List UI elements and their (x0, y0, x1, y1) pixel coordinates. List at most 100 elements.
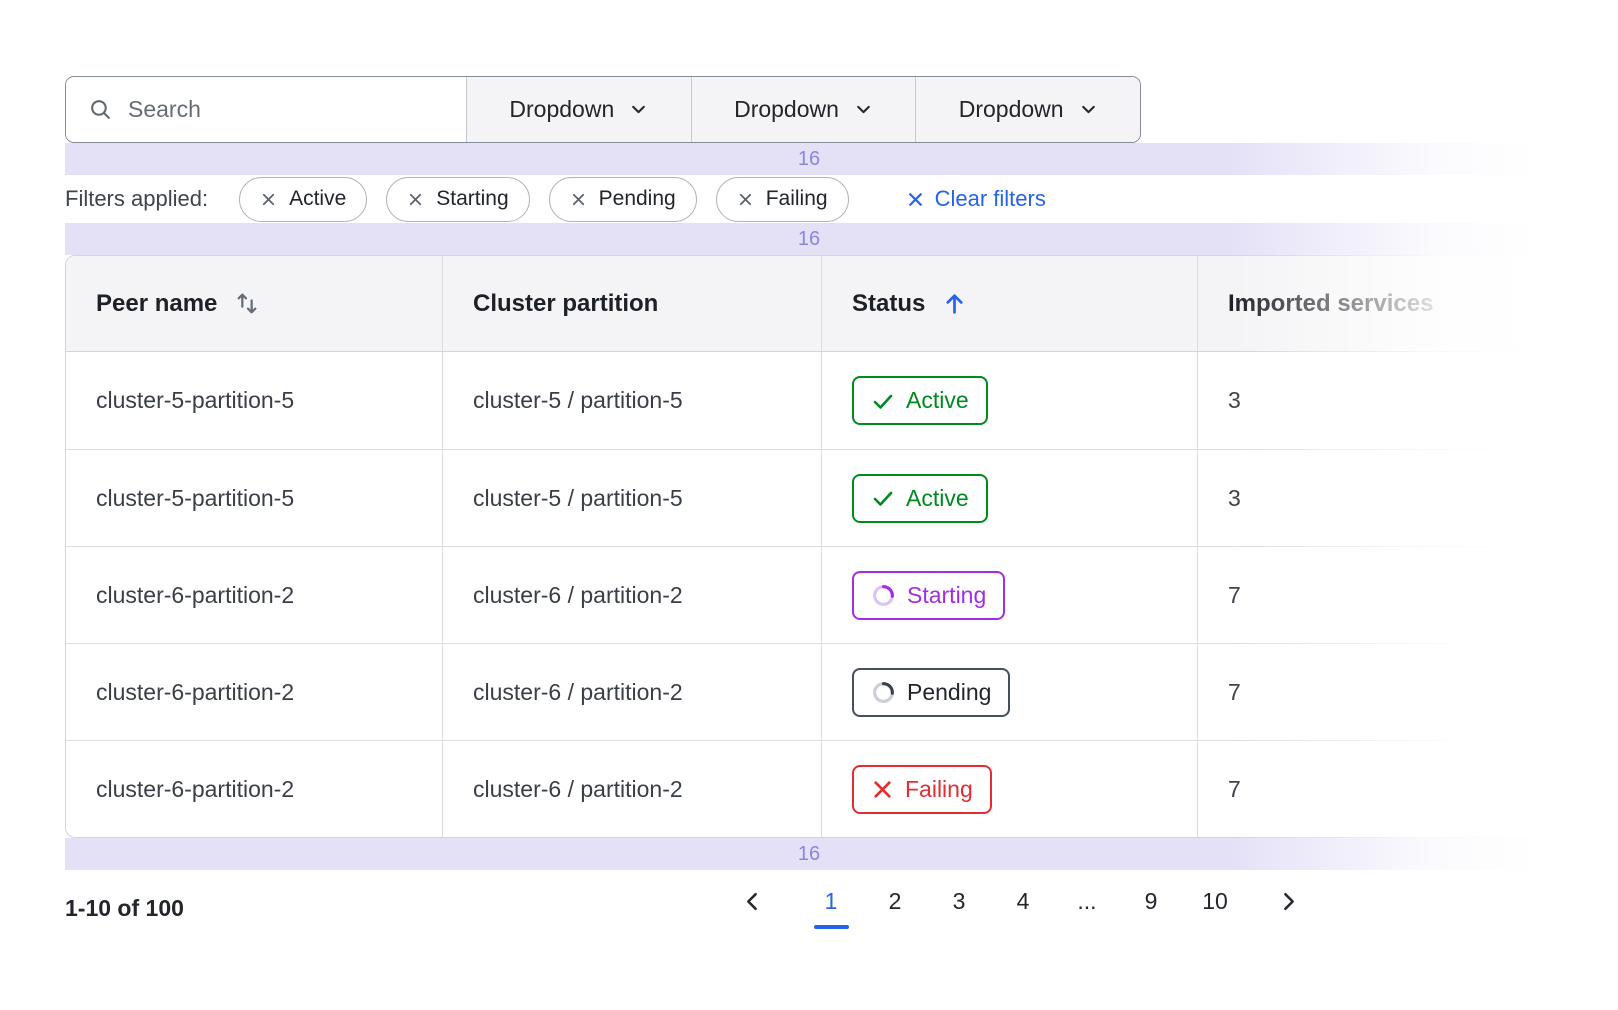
peer-name-cell: cluster-5-partition-5 (66, 352, 442, 449)
status-cell: Active (821, 352, 1197, 449)
cluster-partition-cell: cluster-6 / partition-2 (442, 741, 821, 837)
status-badge-starting: Starting (852, 571, 1005, 620)
table-header-row: Peer name Cluster partition Status (66, 256, 1552, 352)
check-icon (871, 486, 895, 510)
dropdown-button-2[interactable]: Dropdown (691, 77, 916, 142)
table-body: cluster-5-partition-5 cluster-5 / partit… (66, 352, 1552, 837)
cluster-partition-cell: cluster-5 / partition-5 (442, 450, 821, 546)
filter-chip-starting[interactable]: Starting (386, 177, 529, 222)
spacing-annotation-band: 16 (65, 143, 1553, 175)
status-cell: Failing (821, 741, 1197, 837)
spacing-value: 16 (798, 148, 820, 171)
peers-table: Peer name Cluster partition Status (65, 255, 1553, 838)
next-page-button[interactable] (1277, 888, 1307, 913)
filter-chip-pending[interactable]: Pending (549, 177, 697, 222)
filter-chip-failing[interactable]: Failing (716, 177, 849, 222)
column-label: Peer name (96, 290, 217, 318)
chevron-down-icon (1079, 100, 1098, 119)
sort-updown-icon[interactable] (233, 289, 262, 318)
status-badge-active: Active (852, 474, 988, 523)
imported-services-cell: 3 (1197, 450, 1552, 546)
status-cell: Pending (821, 644, 1197, 740)
page-number: 10 (1202, 888, 1228, 915)
page-number: 2 (889, 888, 902, 915)
chevron-right-icon (1277, 890, 1300, 913)
dropdown-label: Dropdown (734, 96, 839, 123)
clear-filters-x-icon (906, 190, 925, 209)
check-icon (871, 389, 895, 413)
remove-filter-icon[interactable] (260, 191, 277, 208)
page-number: 4 (1017, 888, 1030, 915)
column-label: Cluster partition (473, 290, 658, 318)
sort-ascending-icon[interactable] (941, 290, 968, 317)
filter-chip-active[interactable]: Active (239, 177, 367, 222)
cluster-partition-cell: cluster-6 / partition-2 (442, 547, 821, 643)
imported-services-cell: 7 (1197, 741, 1552, 837)
table-row: cluster-5-partition-5 cluster-5 / partit… (66, 352, 1552, 449)
search-input[interactable] (128, 96, 444, 123)
results-summary: 1-10 of 100 (65, 895, 184, 922)
cluster-partition-cell: cluster-5 / partition-5 (442, 352, 821, 449)
table-row: cluster-6-partition-2 cluster-6 / partit… (66, 546, 1552, 643)
page-button-2[interactable]: 2 (877, 888, 913, 915)
search-icon (88, 97, 113, 122)
peers-list-page: Dropdown Dropdown Dropdown 16 Filters ap… (0, 0, 1618, 1010)
filters-applied-label: Filters applied: (65, 186, 208, 212)
pagination-bar: 1-10 of 100 1 2 3 4 ... (65, 870, 1553, 946)
remove-filter-icon[interactable] (407, 191, 424, 208)
page-number: 1 (825, 888, 838, 915)
remove-filter-icon[interactable] (737, 191, 754, 208)
column-header-peer-name[interactable]: Peer name (66, 256, 442, 351)
chevron-left-icon (741, 890, 764, 913)
table-row: cluster-6-partition-2 cluster-6 / partit… (66, 643, 1552, 740)
cluster-partition-cell: cluster-6 / partition-2 (442, 644, 821, 740)
filter-chip-label: Active (289, 187, 346, 211)
table-row: cluster-5-partition-5 cluster-5 / partit… (66, 449, 1552, 546)
clear-filters-label: Clear filters (935, 186, 1046, 212)
column-header-status[interactable]: Status (821, 256, 1197, 351)
column-label: Imported services (1228, 290, 1433, 318)
filter-chip-label: Failing (766, 187, 828, 211)
filter-toolbar: Dropdown Dropdown Dropdown (65, 76, 1141, 143)
spacing-annotation-band: 16 (65, 223, 1553, 255)
status-badge-failing: Failing (852, 765, 992, 814)
chevron-down-icon (629, 100, 648, 119)
page-ellipsis: ... (1069, 888, 1105, 915)
spacing-value: 16 (798, 843, 820, 866)
peer-name-cell: cluster-5-partition-5 (66, 450, 442, 546)
status-badge-active: Active (852, 376, 988, 425)
page-number: 3 (953, 888, 966, 915)
page-button-9[interactable]: 9 (1133, 888, 1169, 915)
column-label: Status (852, 290, 925, 318)
peer-name-cell: cluster-6-partition-2 (66, 547, 442, 643)
filter-chip-label: Pending (599, 187, 676, 211)
applied-filters-row: Filters applied: Active Starting Pending… (65, 175, 1553, 223)
search-box[interactable] (66, 77, 466, 142)
status-badge-pending: Pending (852, 668, 1010, 717)
column-header-imported-services: Imported services (1197, 256, 1552, 351)
spinner-icon (871, 583, 896, 608)
dropdown-label: Dropdown (509, 96, 614, 123)
imported-services-cell: 7 (1197, 547, 1552, 643)
dropdown-button-3[interactable]: Dropdown (915, 77, 1140, 142)
page-button-3[interactable]: 3 (941, 888, 977, 915)
imported-services-cell: 3 (1197, 352, 1552, 449)
peer-name-cell: cluster-6-partition-2 (66, 644, 442, 740)
active-page-indicator (814, 925, 849, 929)
dropdown-label: Dropdown (959, 96, 1064, 123)
pager: 1 2 3 4 ... 9 10 (741, 888, 1307, 929)
status-cell: Active (821, 450, 1197, 546)
x-icon (871, 778, 894, 801)
page-button-10[interactable]: 10 (1197, 888, 1233, 915)
dropdown-button-1[interactable]: Dropdown (466, 77, 691, 142)
chevron-down-icon (854, 100, 873, 119)
spacing-annotation-band: 16 (65, 838, 1553, 870)
clear-filters-button[interactable]: Clear filters (906, 186, 1046, 212)
column-header-cluster-partition: Cluster partition (442, 256, 821, 351)
remove-filter-icon[interactable] (570, 191, 587, 208)
page-button-1[interactable]: 1 (813, 888, 849, 929)
peer-name-cell: cluster-6-partition-2 (66, 741, 442, 837)
previous-page-button[interactable] (741, 888, 771, 913)
page-button-4[interactable]: 4 (1005, 888, 1041, 915)
spacing-value: 16 (798, 228, 820, 251)
